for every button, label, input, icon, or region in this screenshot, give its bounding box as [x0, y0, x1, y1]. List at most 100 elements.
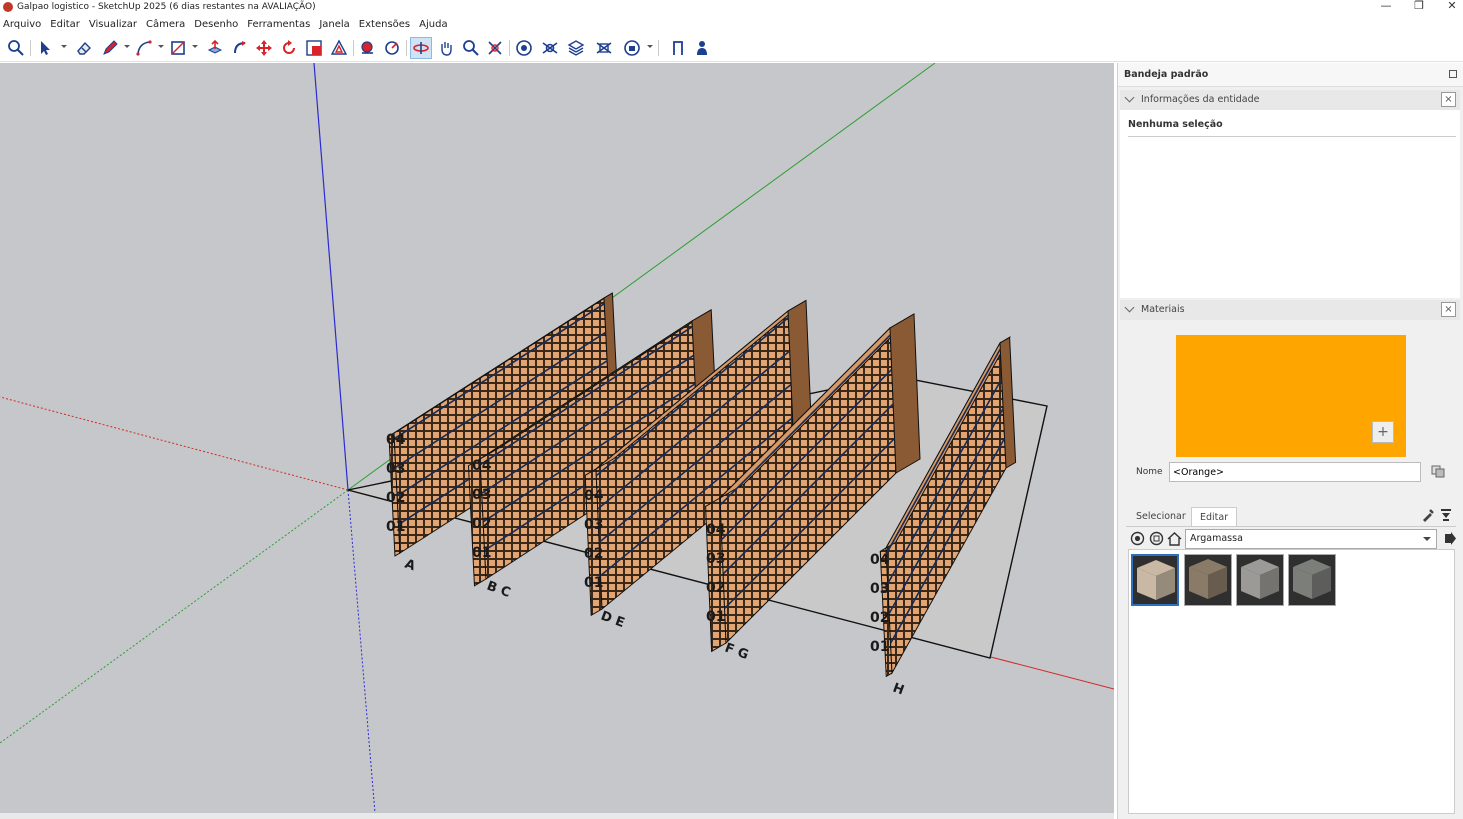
section-plane-icon[interactable] [593, 37, 615, 59]
select-arrow-icon[interactable] [34, 37, 56, 59]
move-icon[interactable] [253, 37, 275, 59]
close-icon[interactable]: × [1441, 302, 1456, 317]
row-label: B C [485, 579, 513, 601]
material-default-icon[interactable] [1431, 465, 1445, 478]
forward-icon[interactable] [1443, 531, 1457, 546]
orbit-icon[interactable] [410, 37, 432, 59]
tab-editar[interactable]: Editar [1191, 507, 1238, 527]
rotate-icon[interactable] [278, 37, 300, 59]
level-label: 01 [386, 519, 405, 535]
eraser-icon[interactable] [73, 37, 95, 59]
create-material-icon[interactable]: + [1372, 421, 1394, 443]
arc-dropdown-icon[interactable] [158, 45, 164, 48]
level-label: 04 [706, 522, 726, 538]
menu-desenho[interactable]: Desenho [194, 19, 238, 30]
model-viewport[interactable]: 01 02 03 04 A 01 02 03 04 B C 01 02 03 04 D E 01 02 03 04 F… [0, 63, 1114, 813]
components-icon[interactable] [621, 37, 643, 59]
red-axis-negative [0, 396, 349, 491]
pin-icon[interactable] [1449, 70, 1457, 78]
push-pull-icon[interactable] [204, 37, 226, 59]
menu-bar: Arquivo Editar Visualizar Câmera Desenho… [0, 16, 1463, 32]
sketchup-window: Galpao logistico - SketchUp 2025 (6 dias… [0, 0, 1463, 819]
tray-header: Bandeja padrão [1118, 63, 1463, 87]
divider [1128, 136, 1456, 137]
menu-janela[interactable]: Janela [319, 19, 349, 30]
pencil-icon[interactable] [99, 37, 121, 59]
chevron-down-icon[interactable] [1124, 302, 1135, 313]
toolbar-separator [30, 40, 31, 56]
close-button[interactable]: ✕ [1437, 0, 1463, 14]
tape-measure-icon[interactable] [356, 37, 378, 59]
rectangle-icon[interactable] [167, 37, 189, 59]
green-axis-negative [0, 489, 349, 744]
send-to-layout-icon[interactable] [565, 37, 587, 59]
material-thumbnail[interactable] [1184, 554, 1232, 606]
components-dropdown-icon[interactable] [647, 45, 653, 48]
level-label: 03 [386, 461, 405, 477]
level-label: 01 [706, 609, 725, 625]
tab-selecionar[interactable]: Selecionar [1128, 507, 1194, 527]
sample-paint-icon[interactable] [1420, 507, 1436, 523]
minimize-button[interactable]: — [1371, 0, 1401, 14]
details-menu-icon[interactable] [1438, 507, 1454, 523]
toolbar-separator [353, 40, 354, 56]
materials-title: Materiais [1141, 304, 1185, 315]
menu-visualizar[interactable]: Visualizar [89, 19, 137, 30]
material-thumbnail[interactable] [1288, 554, 1336, 606]
person-icon[interactable] [691, 37, 713, 59]
blue-axis [313, 63, 349, 491]
sketchup-logo-icon [3, 2, 13, 12]
toolbar-separator [509, 40, 510, 56]
material-thumbnail[interactable] [1236, 554, 1284, 606]
tray-title: Bandeja padrão [1124, 69, 1209, 80]
home-icon[interactable] [1167, 531, 1182, 546]
tab-divider [1126, 526, 1456, 527]
shape-dropdown-icon[interactable] [192, 45, 198, 48]
in-model-icon[interactable] [1149, 531, 1164, 546]
level-label: 04 [472, 458, 492, 474]
entity-info-header[interactable]: Informações da entidade × [1120, 90, 1460, 110]
zoom-extents-icon[interactable] [5, 37, 27, 59]
chevron-down-icon[interactable] [1124, 92, 1135, 103]
restore-button[interactable]: ❐ [1404, 0, 1434, 14]
level-label: 02 [386, 490, 405, 506]
menu-editar[interactable]: Editar [50, 19, 80, 30]
line-dropdown-icon[interactable] [124, 45, 130, 48]
protractor-icon[interactable] [381, 37, 403, 59]
pan-hand-icon[interactable] [435, 37, 457, 59]
library-selected-value: Argamassa [1190, 533, 1243, 544]
menu-ferramentas[interactable]: Ferramentas [247, 19, 310, 30]
menu-camera[interactable]: Câmera [146, 19, 185, 30]
row-label: H [891, 681, 906, 699]
arc-icon[interactable] [133, 37, 155, 59]
extension-warehouse-icon[interactable] [539, 37, 561, 59]
row-label: D E [599, 609, 627, 631]
offset-icon[interactable] [328, 37, 350, 59]
warehouse-icon[interactable] [513, 37, 535, 59]
close-icon[interactable]: × [1441, 92, 1456, 107]
material-name-field[interactable] [1169, 462, 1421, 482]
material-name-label: Nome [1136, 467, 1163, 477]
materials-header[interactable]: Materiais × [1120, 300, 1460, 320]
dimension-icon[interactable] [667, 37, 689, 59]
select-dropdown-icon[interactable] [61, 45, 67, 48]
scale-icon[interactable] [303, 37, 325, 59]
library-dropdown[interactable]: Argamassa [1185, 529, 1437, 549]
menu-arquivo[interactable]: Arquivo [3, 19, 41, 30]
level-label: 01 [584, 575, 603, 591]
toolbar-separator [406, 40, 407, 56]
level-label: 04 [870, 552, 890, 568]
blue-axis-negative [347, 489, 376, 813]
library-row: Argamassa [1128, 529, 1458, 549]
main-toolbar [0, 34, 1463, 62]
material-thumbnail[interactable] [1131, 554, 1179, 606]
level-label: 02 [472, 516, 491, 532]
menu-ajuda[interactable]: Ajuda [419, 19, 447, 30]
zoom-window-icon[interactable] [484, 37, 506, 59]
follow-me-icon[interactable] [229, 37, 251, 59]
menu-extensoes[interactable]: Extensões [359, 19, 410, 30]
back-icon[interactable] [1130, 531, 1145, 546]
level-label: 03 [584, 517, 603, 533]
zoom-icon[interactable] [460, 37, 482, 59]
level-label: 02 [706, 580, 725, 596]
